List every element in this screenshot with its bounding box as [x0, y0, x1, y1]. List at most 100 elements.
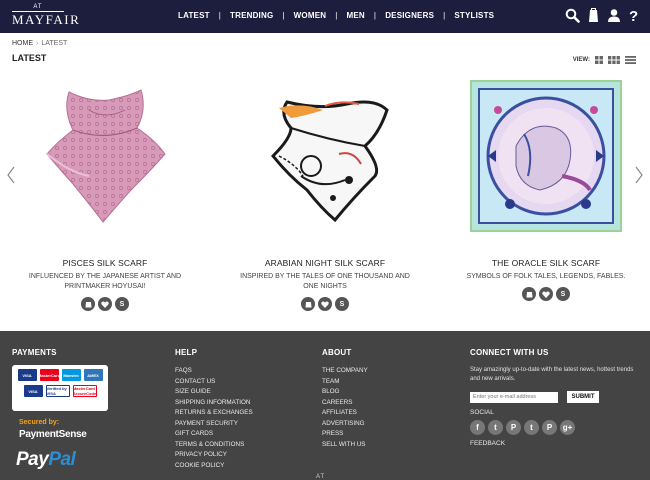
nav-trending[interactable]: TRENDING — [230, 11, 273, 20]
footer-link-cookie[interactable]: COOKIE POLICY — [175, 461, 253, 472]
footer-link-company[interactable]: THE COMPANY — [322, 366, 368, 377]
paypal-pay-text: Pay — [16, 449, 49, 470]
footer-connect: CONNECT WITH US Stay amazingly up-to-dat… — [470, 348, 640, 447]
footer-link-advertising[interactable]: ADVERTISING — [322, 419, 368, 430]
visa-card-logo: VISA — [17, 369, 37, 381]
product-description-line: INFLUENCED BY THE JAPANESE ARTIST AND — [28, 273, 182, 280]
view-toggle: VIEW: — [573, 51, 636, 69]
product-card[interactable]: THE ORACLE SILK SCARF SYMBOLS OF FOLK TA… — [456, 80, 636, 301]
svg-text:?: ? — [629, 8, 638, 23]
product-card[interactable]: PISCES SILK SCARF INFLUENCED BY THE JAPA… — [15, 80, 195, 311]
product-description-line: PRINTMAKER HOYUSAI! — [64, 283, 146, 290]
tumblr-icon[interactable]: t — [524, 420, 539, 435]
amex-logo: AMEX — [83, 369, 103, 381]
product-card[interactable]: ARABIAN NIGHT SILK SCARF INSPIRED BY THE… — [235, 80, 415, 311]
footer-about: ABOUT THE COMPANY TEAM BLOG CAREERS AFFI… — [322, 348, 368, 450]
product-image[interactable] — [470, 80, 622, 232]
product-image[interactable] — [29, 80, 181, 232]
footer-link-shipping[interactable]: SHIPPING INFORMATION — [175, 398, 253, 409]
footer-link-press[interactable]: PRESS — [322, 429, 368, 440]
footer-payments-heading: PAYMENTS — [12, 348, 57, 357]
footer-link-returns[interactable]: RETURNS & EXCHANGES — [175, 408, 253, 419]
size-button[interactable]: S — [335, 297, 349, 311]
grid-small-icon[interactable] — [595, 51, 603, 69]
footer-link-gift-cards[interactable]: GIFT CARDS — [175, 429, 253, 440]
logo-name: MAYFAIR — [12, 12, 81, 27]
user-icon[interactable] — [607, 8, 621, 23]
product-description-line: INSPIRED BY THE TALES OF ONE THOUSAND AN… — [240, 273, 410, 280]
twitter-icon[interactable]: t — [488, 420, 503, 435]
breadcrumb-home[interactable]: HOME — [12, 40, 33, 47]
product-actions: S — [15, 297, 195, 311]
footer-payments: PAYMENTS — [12, 348, 57, 357]
pinterest-icon[interactable]: P — [506, 420, 521, 435]
wishlist-button[interactable] — [318, 297, 332, 311]
social-links: f t P t P g+ — [470, 420, 640, 435]
feedback-link[interactable]: FEEDBACK — [470, 440, 640, 447]
nav-divider: | — [335, 11, 338, 20]
breadcrumb: HOME › LATEST — [12, 40, 67, 47]
add-to-bag-button[interactable] — [522, 287, 536, 301]
view-label: VIEW: — [572, 57, 590, 63]
product-name[interactable]: ARABIAN NIGHT SILK SCARF — [235, 258, 415, 268]
footer-link-sell[interactable]: SELL WITH US — [322, 440, 368, 451]
nav-men[interactable]: MEN — [347, 11, 365, 20]
footer-link-team[interactable]: TEAM — [322, 377, 368, 388]
footer-link-size-guide[interactable]: SIZE GUIDE — [175, 387, 253, 398]
newsletter-description: Stay amazingly up-to-date with the lates… — [470, 367, 634, 382]
footer-connect-heading: CONNECT WITH US — [470, 348, 549, 357]
top-header: AT MAYFAIR LATEST | TRENDING | WOMEN | M… — [0, 0, 650, 33]
footer-link-privacy[interactable]: PRIVACY POLICY — [175, 450, 253, 461]
product-name[interactable]: PISCES SILK SCARF — [15, 258, 195, 268]
product-actions: S — [456, 287, 636, 301]
breadcrumb-current: LATEST — [41, 40, 68, 47]
page-title: LATEST — [12, 53, 47, 63]
bag-icon[interactable] — [588, 8, 599, 23]
grid-large-icon[interactable] — [608, 51, 620, 69]
google-plus-icon[interactable]: g+ — [560, 420, 575, 435]
newsletter-email-input[interactable] — [470, 391, 558, 403]
nav-divider: | — [443, 11, 446, 20]
main-nav: LATEST | TRENDING | WOMEN | MEN | DESIGN… — [178, 11, 494, 20]
visa-card-logo: VISA — [23, 385, 43, 397]
social-label: SOCIAL — [470, 409, 494, 416]
newsletter-submit-button[interactable]: SUBMIT — [567, 391, 599, 403]
paymentsense-logo: PaymentSense — [19, 429, 87, 440]
nav-designers[interactable]: DESIGNERS — [385, 11, 434, 20]
footer-link-payment-security[interactable]: PAYMENT SECURITY — [175, 419, 253, 430]
polyvore-icon[interactable]: P — [542, 420, 557, 435]
product-name[interactable]: THE ORACLE SILK SCARF — [456, 258, 636, 268]
product-description: SYMBOLS OF FOLK TALES, LEGENDS, FABLES. — [456, 272, 636, 282]
footer-about-links: THE COMPANY TEAM BLOG CAREERS AFFILIATES… — [322, 366, 368, 450]
wishlist-button[interactable] — [539, 287, 553, 301]
add-to-bag-button[interactable] — [81, 297, 95, 311]
footer-link-careers[interactable]: CAREERS — [322, 398, 368, 409]
paypal-pal-text: Pal — [48, 449, 76, 470]
list-icon[interactable] — [625, 51, 636, 69]
nav-stylists[interactable]: STYLISTS — [454, 11, 494, 20]
nav-women[interactable]: WOMEN — [294, 11, 327, 20]
add-to-bag-button[interactable] — [301, 297, 315, 311]
wishlist-button[interactable] — [98, 297, 112, 311]
size-button[interactable]: S — [556, 287, 570, 301]
footer-help-links: FAQS CONTACT US SIZE GUIDE SHIPPING INFO… — [175, 366, 253, 471]
footer-link-faqs[interactable]: FAQS — [175, 366, 253, 377]
footer-link-terms[interactable]: TERMS & CONDITIONS — [175, 440, 253, 451]
help-icon[interactable]: ? — [629, 8, 638, 23]
paypal-logo: PayPal — [16, 449, 76, 471]
size-button[interactable]: S — [115, 297, 129, 311]
newsletter-form: SUBMIT — [470, 391, 640, 403]
footer-link-blog[interactable]: BLOG — [322, 387, 368, 398]
footer-about-heading: ABOUT — [322, 348, 352, 357]
facebook-icon[interactable]: f — [470, 420, 485, 435]
footer-logo: AT — [316, 474, 326, 480]
footer-link-contact[interactable]: CONTACT US — [175, 377, 253, 388]
product-description: INSPIRED BY THE TALES OF ONE THOUSAND AN… — [235, 272, 415, 292]
footer-help: HELP FAQS CONTACT US SIZE GUIDE SHIPPING… — [175, 348, 253, 471]
nav-latest[interactable]: LATEST — [178, 11, 210, 20]
search-icon[interactable] — [565, 8, 580, 23]
footer-link-affiliates[interactable]: AFFILIATES — [322, 408, 368, 419]
site-logo[interactable]: AT MAYFAIR — [12, 4, 81, 28]
product-image[interactable] — [249, 80, 401, 232]
product-description: INFLUENCED BY THE JAPANESE ARTIST AND PR… — [15, 272, 195, 292]
